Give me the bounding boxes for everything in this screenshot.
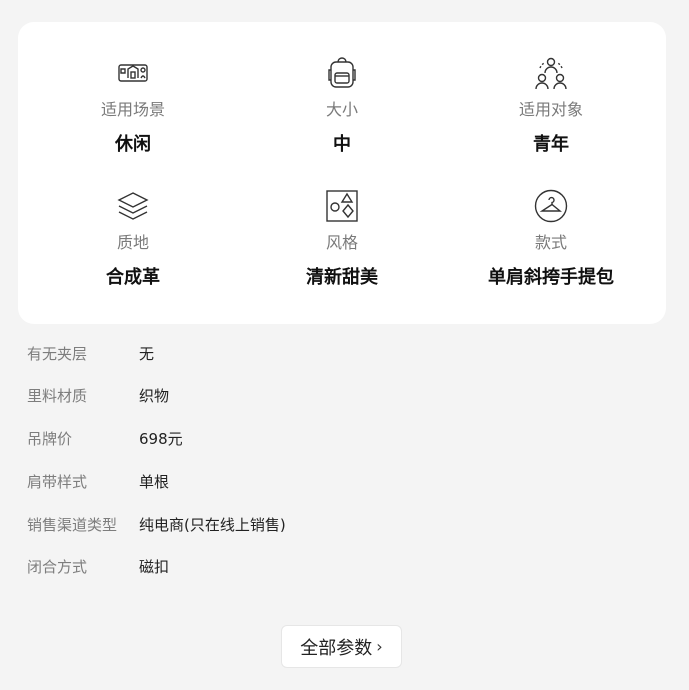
highlight-label: 款式 (534, 233, 567, 252)
hanger-icon (533, 189, 569, 223)
layers-icon (115, 189, 151, 223)
highlight-material: 质地 合成革 (25, 155, 241, 288)
highlight-label: 适用场景 (100, 100, 165, 119)
highlight-label: 适用对象 (518, 100, 583, 119)
param-value: 698元 (139, 430, 183, 448)
param-value: 磁扣 (139, 558, 170, 576)
backpack-icon (324, 56, 360, 90)
highlight-value: 中 (333, 134, 351, 155)
highlights-card: 适用场景 休闲 大小 中 适用对象 青年 质地 合成革 风格 清新甜美 款式 单… (18, 22, 666, 324)
param-value: 无 (139, 345, 155, 363)
param-key: 闭合方式 (27, 558, 88, 576)
highlight-value: 清新甜美 (306, 267, 378, 288)
highlight-scene: 适用场景 休闲 (25, 22, 241, 155)
highlight-size: 大小 中 (234, 22, 450, 155)
highlight-label: 风格 (325, 233, 358, 252)
highlight-value: 青年 (533, 134, 569, 155)
param-key: 有无夹层 (27, 345, 88, 363)
param-value: 纯电商(只在线上销售) (139, 516, 286, 534)
highlight-label: 质地 (116, 233, 149, 252)
param-key: 里料材质 (27, 387, 88, 405)
param-value: 单根 (139, 473, 170, 491)
highlight-type: 款式 单肩斜挎手提包 (443, 155, 659, 288)
highlight-style: 风格 清新甜美 (234, 155, 450, 288)
param-key: 肩带样式 (27, 473, 88, 491)
highlight-value: 合成革 (106, 267, 160, 288)
scene-icon (115, 56, 151, 90)
highlight-value: 休闲 (115, 134, 151, 155)
chevron-right-icon: › (376, 637, 383, 656)
shapes-icon (324, 189, 360, 223)
param-key: 销售渠道类型 (27, 516, 118, 534)
param-value: 织物 (139, 387, 170, 405)
param-key: 吊牌价 (27, 430, 73, 448)
all-params-button[interactable]: 全部参数 › (281, 625, 402, 668)
people-icon (533, 56, 569, 90)
all-params-label: 全部参数 (300, 637, 373, 659)
highlight-label: 大小 (325, 100, 358, 119)
highlight-audience: 适用对象 青年 (443, 22, 659, 155)
highlight-value: 单肩斜挎手提包 (488, 267, 614, 288)
